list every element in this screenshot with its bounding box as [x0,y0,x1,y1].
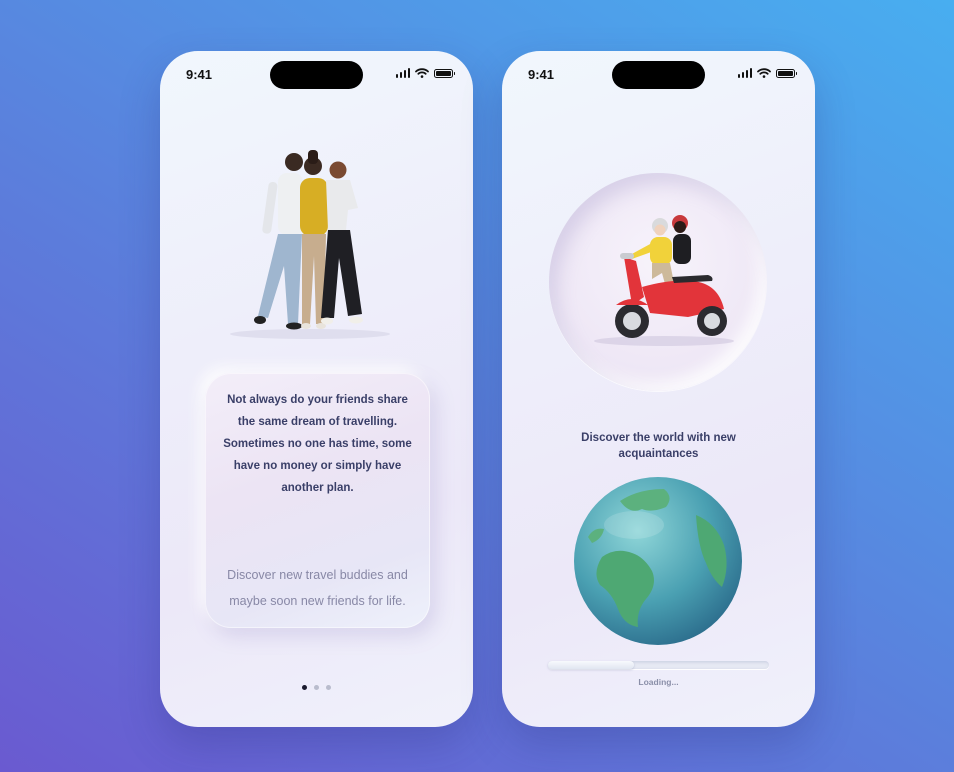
wifi-icon [415,68,429,78]
dynamic-island [270,61,363,89]
loading-progress-bar [548,661,769,669]
card-headline: Not always do your friends share the sam… [223,394,412,494]
discover-text: Discover the world with new acquaintance… [581,432,736,460]
signal-icon [737,68,752,78]
battery-icon [776,68,797,78]
status-time: 9:41 [528,67,555,82]
status-icons [395,68,455,78]
status-time: 9:41 [186,67,213,82]
scooter-illustration [594,215,734,346]
loading-screen: 9:41 Discover the world with new acquain… [502,51,815,727]
dynamic-island [612,61,705,89]
pagination-dot-3[interactable] [326,685,331,690]
signal-icon [395,68,410,78]
pagination-dot-2[interactable] [314,685,319,690]
globe-illustration [574,477,742,645]
card-subtext: Discover new travel buddies and maybe so… [227,568,408,608]
pagination-dot-1[interactable] [302,685,307,690]
intro-text-card: Not always do your friends share the sam… [205,373,430,628]
loading-progress-fill [548,661,635,669]
friends-illustration [230,150,390,339]
onboarding-screen-friends: 9:41 Not always do your friends share th… [160,51,473,727]
wifi-icon [757,68,771,78]
battery-icon [434,68,455,78]
loading-text: Loading... [638,677,679,687]
pagination-dots [160,685,473,690]
status-icons [737,68,797,78]
